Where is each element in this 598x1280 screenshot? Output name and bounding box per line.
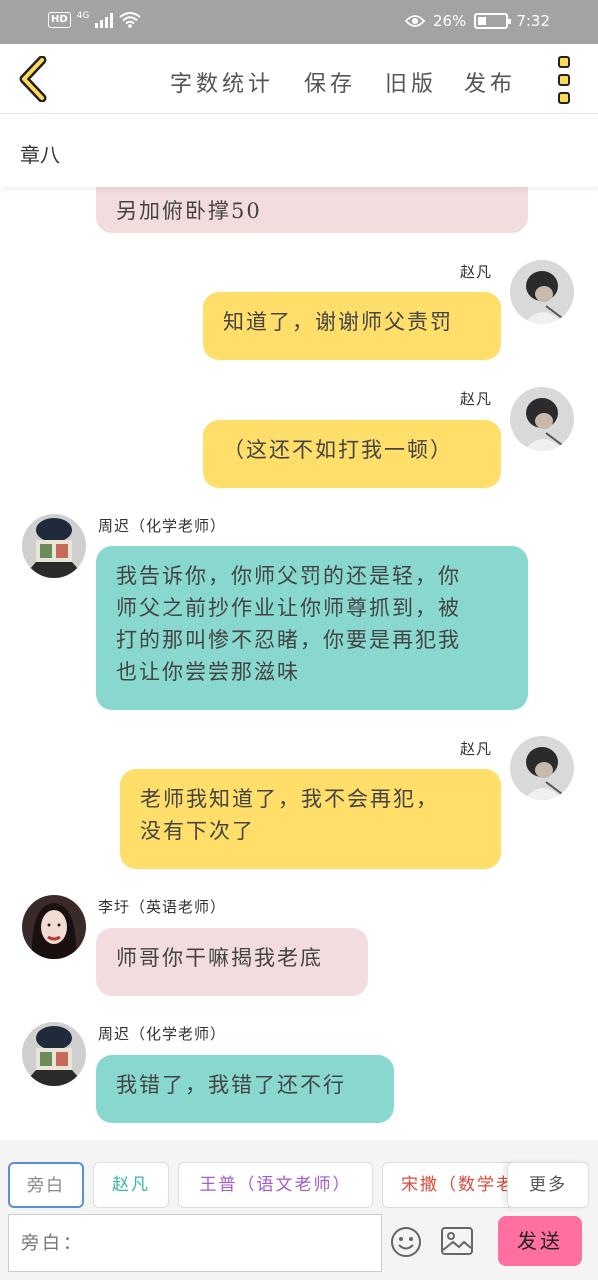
status-bar: HD 4G 26% 7:32 [0,0,598,44]
image-icon [441,1227,473,1255]
avatar-liyu[interactable] [22,895,86,959]
old-version-button[interactable]: 旧版 [385,66,437,98]
eye-comfort-icon [404,15,425,27]
avatar-zhaofan[interactable] [510,387,574,451]
message-line: 我告诉你，你师父罚的还是轻，你 [116,564,461,588]
message-text: 另加俯卧撑50 [116,199,262,223]
role-label: 更多 [529,1175,567,1195]
message-bubble[interactable]: 我告诉你，你师父罚的还是轻，你 师父之前抄作业让你师尊抓到，被 打的那叫惨不忍睹… [96,546,528,710]
sender-name: 赵凡 [460,390,493,408]
wifi-icon [119,12,141,28]
message-bubble[interactable]: （这还不如打我一顿） [203,420,501,488]
sender-name: 周迟（化学老师） [98,1025,227,1043]
chapter-bar: 章八 [0,115,598,187]
avatar-zhaofan[interactable] [510,260,574,324]
message-line: 师父之前抄作业让你师尊抓到，被 [116,596,461,620]
battery-percent: 26% [432,12,467,30]
sender-name: 李圩（英语老师） [98,898,227,916]
smiley-icon [391,1227,421,1257]
status-left: HD 4G [48,11,141,28]
chevron-left-icon [19,55,47,103]
role-label: 宋撒（数学老 [401,1175,515,1195]
message-line: 没有下次了 [140,819,255,843]
message-bubble[interactable]: 老师我知道了，我不会再犯， 没有下次了 [120,769,501,869]
message-bubble[interactable]: 师哥你干嘛揭我老底 [96,928,368,996]
publish-button[interactable]: 发布 [464,66,516,98]
message-line: 老师我知道了，我不会再犯， [140,787,439,811]
input-bar: 发送 [0,1212,598,1280]
send-button[interactable]: 发送 [498,1216,582,1266]
signal-icon [95,12,114,28]
chapter-title[interactable]: 章八 [20,139,60,168]
message-bubble[interactable]: 另加俯卧撑50 [96,187,528,233]
message-text: 师哥你干嘛揭我老底 [116,946,323,970]
message-text: （这还不如打我一顿） [223,438,453,462]
chat-area[interactable]: 另加俯卧撑50 赵凡 知道了，谢谢师父责罚 赵凡 （这还不如打我一顿） 周迟（化… [0,187,598,1140]
more-roles-button[interactable]: 更多 [507,1162,589,1208]
role-label: 旁白 [27,1176,65,1196]
role-chip-songsa[interactable]: 宋撒（数学老 [382,1162,522,1208]
role-chip-narrator[interactable]: 旁白 [8,1162,84,1208]
message-input[interactable] [8,1214,382,1272]
emoji-button[interactable] [390,1226,422,1258]
message-bubble[interactable]: 我错了，我错了还不行 [96,1055,394,1123]
message-bubble[interactable]: 知道了，谢谢师父责罚 [203,292,501,360]
role-chip-wangpu[interactable]: 王普（语文老师） [178,1162,373,1208]
back-button[interactable] [14,55,54,103]
battery-icon [474,13,512,29]
message-text: 我错了，我错了还不行 [116,1073,346,1097]
status-right: 26% 7:32 [404,12,550,30]
role-label: 赵凡 [112,1175,150,1195]
message-line: 打的那叫惨不忍睹，你要是再犯我 [116,628,461,652]
avatar-zhouchi[interactable] [22,1022,86,1086]
sender-name: 周迟（化学老师） [98,517,227,535]
more-menu-button[interactable] [558,56,574,104]
avatar-zhouchi[interactable] [22,514,86,578]
hd-badge: HD [48,12,71,28]
clock: 7:32 [516,12,550,30]
message-text: 知道了，谢谢师父责罚 [223,310,453,334]
word-count-button[interactable]: 字数统计 [170,66,274,98]
top-toolbar: 字数统计 保存 旧版 发布 [0,44,598,114]
role-label: 王普（语文老师） [199,1175,352,1195]
sender-name: 赵凡 [460,263,493,281]
message-line: 也让你尝尝那滋味 [116,660,300,684]
role-chip-zhaofan[interactable]: 赵凡 [93,1162,169,1208]
network-type: 4G [76,11,90,21]
image-button[interactable] [440,1226,474,1256]
avatar-zhaofan[interactable] [510,736,574,800]
sender-name: 赵凡 [460,740,493,758]
role-selector-bar: 旁白 赵凡 王普（语文老师） 宋撒（数学老 更多 [0,1140,598,1212]
save-button[interactable]: 保存 [304,66,356,98]
